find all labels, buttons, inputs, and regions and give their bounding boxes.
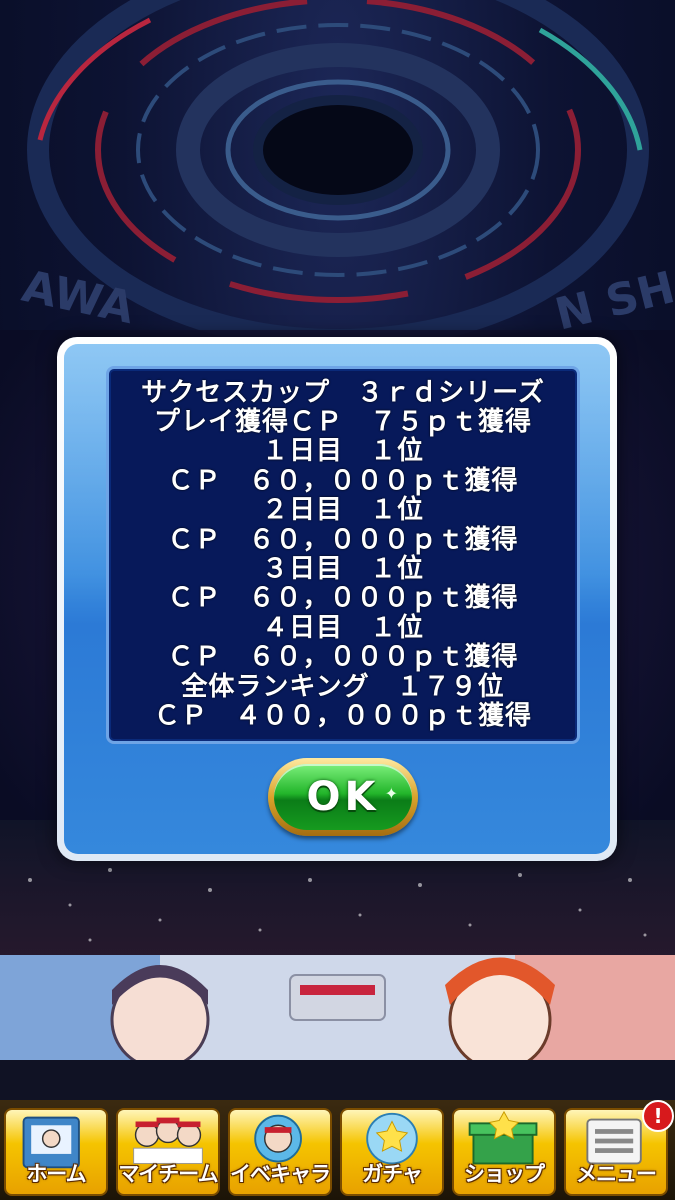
- nav-eventchara-label: イベキャラ: [230, 1162, 330, 1186]
- dialog-line: ＣＰ ６０，０００ｐｔ獲得: [167, 465, 519, 496]
- dialog-line: ＣＰ ６０，０００ｐｔ獲得: [167, 642, 519, 673]
- nav-myteam-button[interactable]: マイチーム: [116, 1108, 220, 1196]
- nav-home-label: ホーム: [26, 1162, 86, 1186]
- dialog-line: ＣＰ ４００，０００ｐｔ獲得: [153, 701, 532, 732]
- nav-home-button[interactable]: ホーム: [4, 1108, 108, 1196]
- nav-gacha-button[interactable]: ガチャ: [340, 1108, 444, 1196]
- reward-message-box: サクセスカップ ３ｒｄシリーズ プレイ獲得ＣＰ ７５ｐｔ獲得 １日目 １位 ＣＰ…: [106, 366, 580, 744]
- ok-button[interactable]: OK ✦: [268, 758, 418, 836]
- ok-button-face[interactable]: OK ✦: [274, 764, 412, 830]
- dialog-line: ２日目 １位: [261, 495, 424, 526]
- dialog-panel: サクセスカップ ３ｒｄシリーズ プレイ獲得ＣＰ ７５ｐｔ獲得 １日目 １位 ＣＰ…: [64, 344, 610, 854]
- nav-eventchara-button[interactable]: イベキャラ: [228, 1108, 332, 1196]
- nav-menu-label: メニュー: [576, 1162, 657, 1186]
- menu-notification-badge: !: [642, 1100, 674, 1132]
- dialog-line: １日目 １位: [261, 436, 424, 467]
- sparkle-icon: ✦: [384, 784, 398, 803]
- dialog-line: ３日目 １位: [261, 554, 424, 584]
- dialog-line: ＣＰ ６０，０００ｐｔ獲得: [167, 524, 519, 555]
- nav-gacha-label: ガチャ: [362, 1162, 423, 1186]
- dialog-line: プレイ獲得ＣＰ ７５ｐｔ獲得: [153, 406, 532, 437]
- dialog-line: サクセスカップ ３ｒｄシリーズ: [141, 377, 545, 408]
- ok-button-label: OK: [306, 774, 380, 820]
- game-screen: AWA N SH サクセスカップ ３ｒｄシリーズ プレイ獲得ＣＰ ７５ｐｔ獲得 …: [0, 0, 675, 1200]
- dialog-line: 全体ランキング １７９位: [181, 671, 505, 702]
- dialog-line: ４日目 １位: [261, 612, 424, 643]
- nav-shop-button[interactable]: ショップ: [452, 1108, 556, 1196]
- dialog-line: ＣＰ ６０，０００ｐｔ獲得: [167, 583, 519, 614]
- bottom-nav-bar: ホーム マイチーム イベキャラ ガチャ ショップ メニュー: [0, 1100, 675, 1200]
- nav-myteam-label: マイチーム: [118, 1162, 218, 1186]
- nav-shop-label: ショップ: [464, 1162, 545, 1186]
- result-dialog: サクセスカップ ３ｒｄシリーズ プレイ獲得ＣＰ ７５ｐｔ獲得 １日目 １位 ＣＰ…: [57, 337, 617, 861]
